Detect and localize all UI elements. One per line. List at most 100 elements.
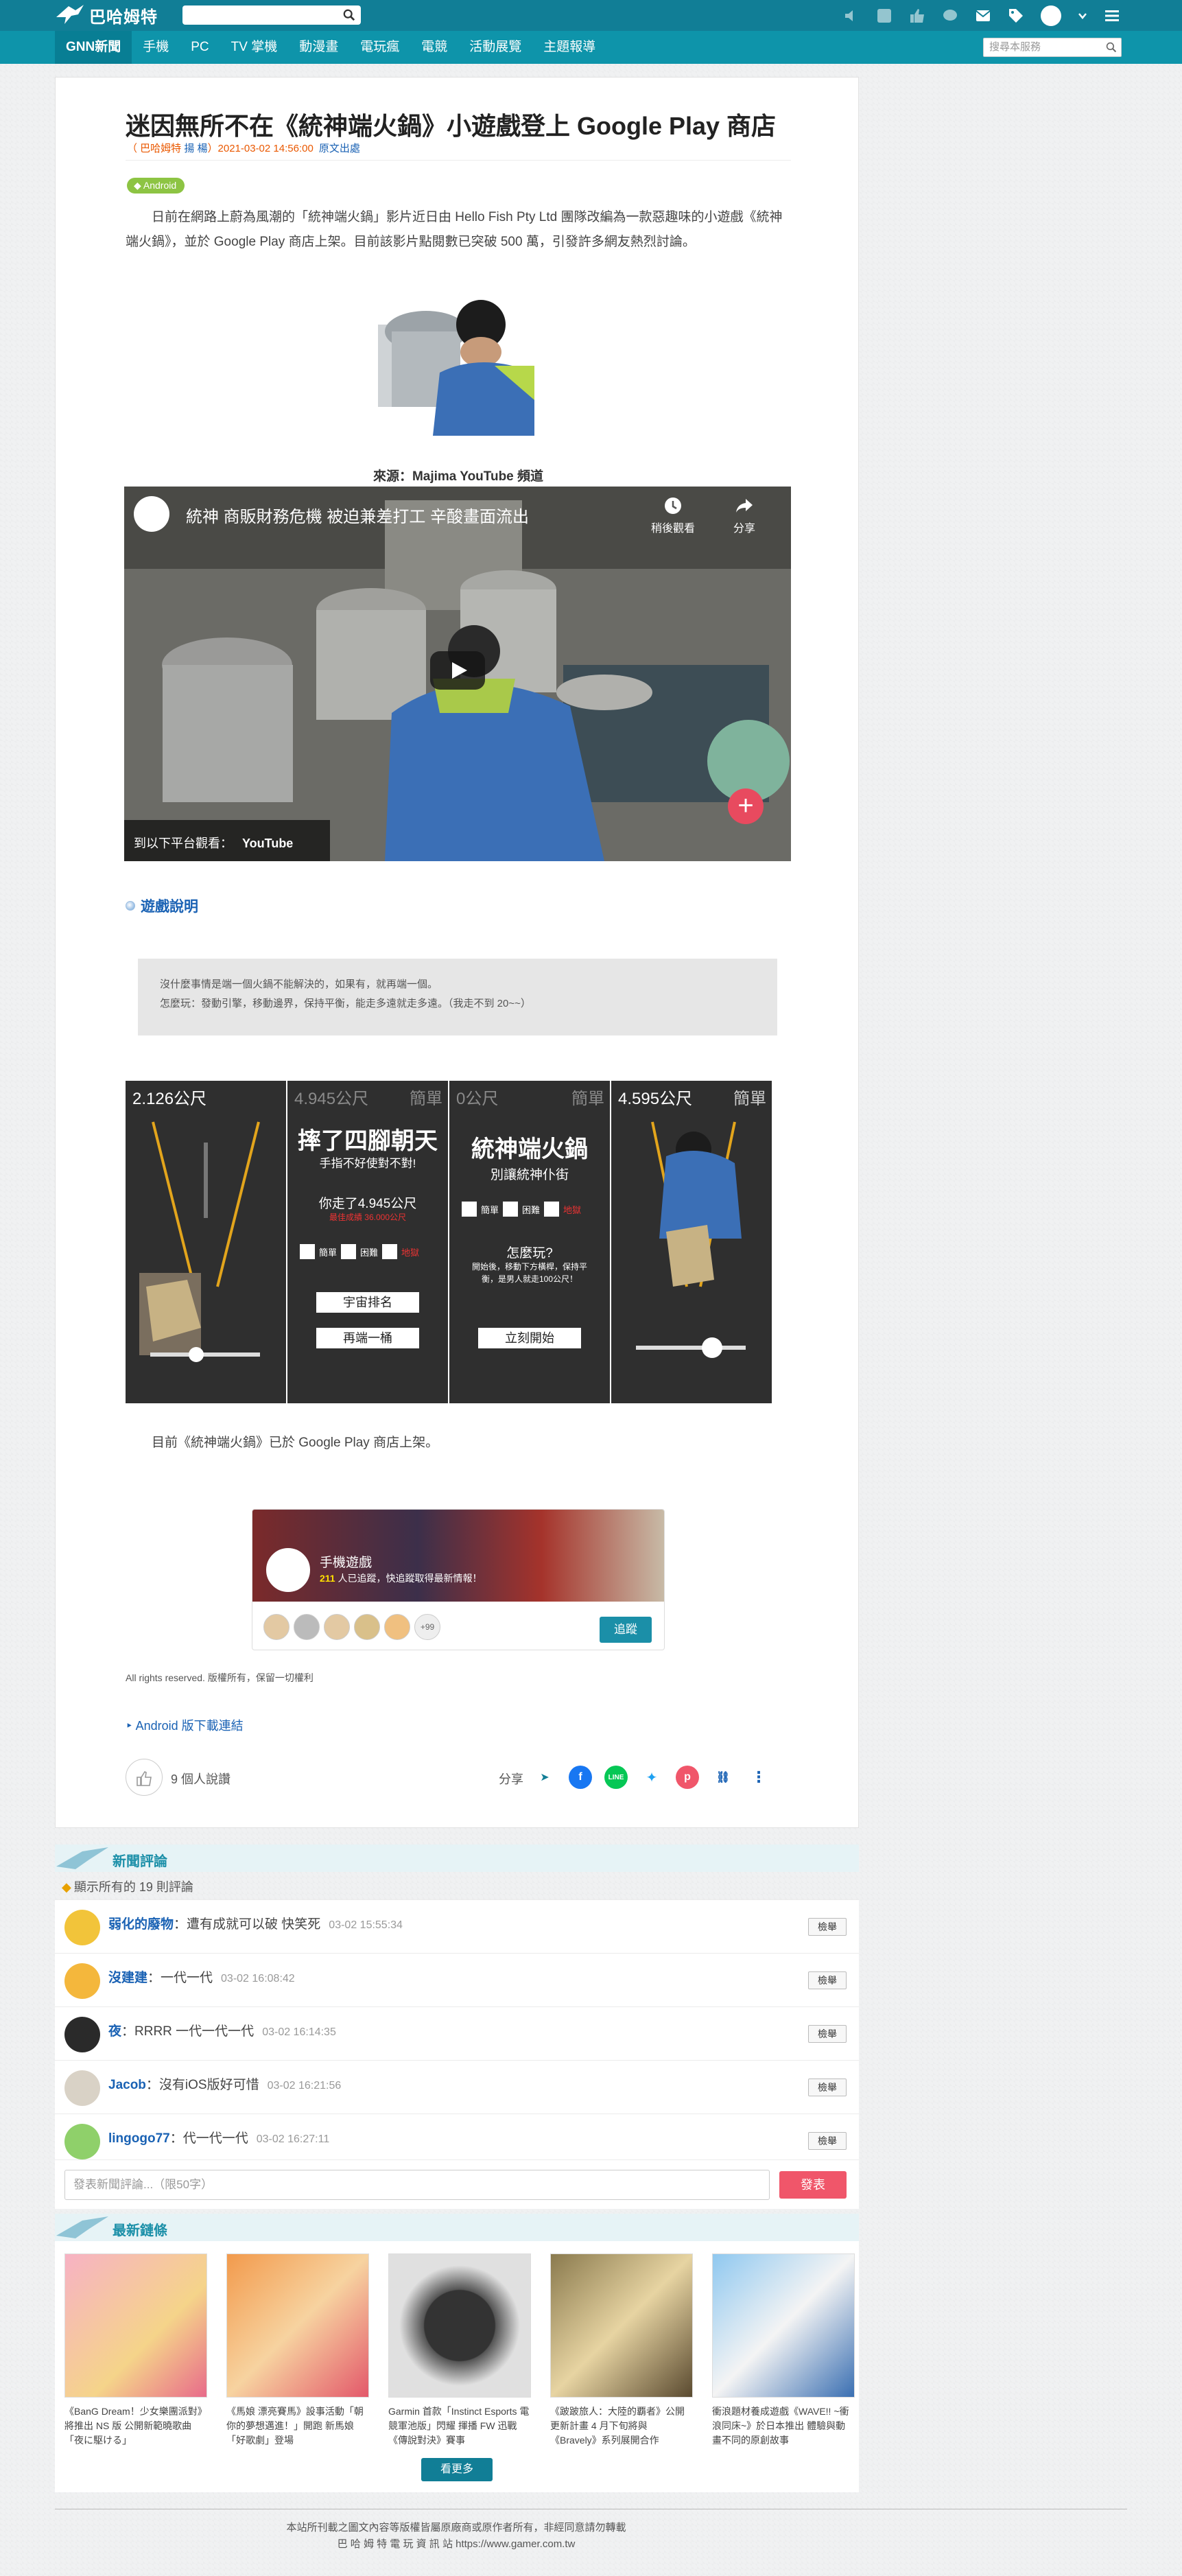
- platform-tag[interactable]: ◆ Android: [127, 178, 185, 194]
- avatar[interactable]: [354, 1614, 380, 1640]
- news-thumbnail[interactable]: [550, 2253, 693, 2398]
- avatar[interactable]: [64, 1910, 100, 1945]
- post-comment-button[interactable]: 發表: [779, 2171, 847, 2199]
- report-button[interactable]: 檢舉: [808, 1971, 847, 1989]
- news-title[interactable]: 《馬娘 漂亮賽馬》設事活動「朝你的夢想邁進！」開跑 新馬娘「好歌劇」登場: [226, 2404, 369, 2448]
- nav-topics[interactable]: 主題報導: [532, 31, 606, 64]
- meta-date: ）2021-03-02 14:56:00: [207, 143, 314, 154]
- user-avatar[interactable]: [1041, 5, 1061, 26]
- hamburger-menu-icon[interactable]: [1104, 8, 1120, 24]
- more-followers[interactable]: +99: [414, 1614, 440, 1640]
- comment-time: 03-02 16:21:56: [267, 2080, 342, 2092]
- youtube-embed[interactable]: 統神 商販財務危機 被迫兼差打工 辛酸畫面流出 稍後觀看 分享 + 到以下平台觀…: [124, 487, 791, 861]
- news-item[interactable]: 《馬娘 漂亮賽馬》設事活動「朝你的夢想邁進！」開跑 新馬娘「好歌劇」登場: [226, 2253, 369, 2448]
- comment-author[interactable]: 夜: [108, 2024, 121, 2039]
- follow-button[interactable]: 追蹤: [600, 1617, 652, 1643]
- nav-mobile[interactable]: 手機: [132, 31, 180, 64]
- like-share-row: 9 個人說讚 分享 ➤ f LINE ✦ p ⛓ ⋮: [126, 1759, 791, 1797]
- watch-later-button[interactable]: 稍後觀看: [651, 496, 695, 535]
- board-name[interactable]: 手機遊戲: [320, 1552, 372, 1571]
- report-button[interactable]: 檢舉: [808, 2132, 847, 2150]
- report-button[interactable]: 檢舉: [808, 2025, 847, 2043]
- thumbs-up-icon[interactable]: [909, 8, 925, 24]
- news-item[interactable]: Garmin 首款「Instinct Esports 電競軍池版」閃耀 揮播 F…: [388, 2253, 531, 2448]
- copy-link-icon[interactable]: ⛓: [711, 1766, 735, 1789]
- tag-icon[interactable]: [1008, 8, 1024, 24]
- watch-on-youtube-bar[interactable]: 到以下平台觀看： YouTube: [124, 820, 330, 861]
- screenshot-game-over: 4.945公尺 簡單 摔了四腳朝天 手指不好使對不對! 你走了4.945公尺 最…: [287, 1081, 448, 1403]
- report-button[interactable]: 檢舉: [808, 2079, 847, 2096]
- comment-input[interactable]: 發表新聞評論...（限50字）: [64, 2170, 770, 2200]
- nav-bar: GNN新聞 手機 PC TV 掌機 動漫畫 電玩瘋 電競 活動展覽 主題報導 搜…: [0, 31, 1182, 64]
- mail-icon[interactable]: [975, 8, 991, 24]
- comment-time: 03-02 16:27:11: [256, 2133, 330, 2145]
- speaker-icon[interactable]: [843, 8, 860, 24]
- service-search-input[interactable]: 搜尋本服務: [983, 38, 1122, 57]
- avatar[interactable]: [64, 1963, 100, 1999]
- news-thumbnail[interactable]: [712, 2253, 855, 2398]
- rss-icon[interactable]: [876, 8, 893, 24]
- avatar[interactable]: [64, 2070, 100, 2106]
- author-link[interactable]: 揚 楊: [184, 143, 207, 154]
- search-icon[interactable]: [343, 9, 355, 21]
- news-title[interactable]: 《BanG Dream！少女樂團派對》將推出 NS 版 公開新範曉歌曲「夜に駆け…: [64, 2404, 207, 2448]
- like-button[interactable]: [126, 1759, 163, 1796]
- news-thumbnail[interactable]: [388, 2253, 531, 2398]
- more-options-icon[interactable]: ⋮: [747, 1766, 770, 1789]
- nav-pc[interactable]: PC: [180, 31, 220, 64]
- search-icon[interactable]: [1106, 42, 1117, 53]
- comment-author[interactable]: Jacob: [108, 2078, 146, 2092]
- news-title[interactable]: Garmin 首款「Instinct Esports 電競軍池版」閃耀 揮播 F…: [388, 2404, 531, 2448]
- news-item[interactable]: 衝浪題材養成遊戲《WAVE!! ~衝浪同床~》於日本推出 體驗與動畫不同的原創故…: [712, 2253, 855, 2448]
- news-title[interactable]: 《跛跛旅人：大陸的覇者》公開更新計畫 4 月下旬將與《Bravely》系列展開合…: [550, 2404, 693, 2448]
- wing-icon: [56, 2216, 108, 2238]
- nav-tv[interactable]: TV 掌機: [220, 31, 289, 64]
- nav-gnn[interactable]: GNN新聞: [55, 31, 132, 64]
- top-search-input[interactable]: [182, 5, 361, 25]
- chat-icon[interactable]: [942, 8, 958, 24]
- avatar[interactable]: [324, 1614, 350, 1640]
- plus-icon[interactable]: +: [728, 788, 764, 824]
- nav-esports[interactable]: 電競: [410, 31, 458, 64]
- bahamut-share-icon[interactable]: ➤: [533, 1766, 556, 1789]
- plurk-icon[interactable]: p: [676, 1766, 699, 1789]
- channel-avatar[interactable]: [134, 496, 169, 532]
- news-thumbnail[interactable]: [226, 2253, 369, 2398]
- comment-row: lingogo77：代一代一代 03-02 16:27:11 檢舉: [55, 2114, 859, 2159]
- comment-text: 夜：RRRR 一代一代一代 03-02 16:14:35: [108, 2021, 336, 2039]
- nav-anime[interactable]: 動漫畫: [288, 31, 349, 64]
- show-all-comments[interactable]: ◆ 顯示所有的 19 則評論: [62, 1877, 193, 1895]
- news-item[interactable]: 《跛跛旅人：大陸的覇者》公開更新計畫 4 月下旬將與《Bravely》系列展開合…: [550, 2253, 693, 2448]
- play-icon[interactable]: [430, 651, 485, 690]
- download-link[interactable]: ‣ Android 版下載連結: [126, 1716, 244, 1734]
- comment-author[interactable]: lingogo77: [108, 2131, 170, 2146]
- latest-news-section: 最新鏈條 《BanG Dream！少女樂團派對》將推出 NS 版 公開新範曉歌曲…: [55, 2214, 859, 2492]
- avatar[interactable]: [64, 2124, 100, 2159]
- comment-author[interactable]: 弱化的廢物: [108, 1917, 174, 1932]
- news-item[interactable]: 《BanG Dream！少女樂團派對》將推出 NS 版 公開新範曉歌曲「夜に駆け…: [64, 2253, 207, 2448]
- nav-gaming[interactable]: 電玩瘋: [349, 31, 410, 64]
- avatar[interactable]: [294, 1614, 320, 1640]
- comment-author[interactable]: 沒建建: [108, 1971, 147, 1985]
- top-bar: 巴哈姆特: [0, 0, 1182, 31]
- report-button[interactable]: 檢舉: [808, 1918, 847, 1936]
- share-label: 分享: [499, 1772, 523, 1786]
- facebook-icon[interactable]: f: [569, 1766, 592, 1789]
- source-link[interactable]: 原文出處: [319, 143, 360, 154]
- avatar[interactable]: [64, 2017, 100, 2052]
- chevron-down-icon[interactable]: [1078, 8, 1087, 24]
- video-title[interactable]: 統神 商販財務危機 被迫兼差打工 辛酸畫面流出: [186, 503, 529, 527]
- checkbox-easy: [462, 1202, 477, 1217]
- video-share-button[interactable]: 分享: [733, 496, 755, 535]
- avatar[interactable]: [384, 1614, 410, 1640]
- news-thumbnail[interactable]: [64, 2253, 207, 2398]
- twitter-icon[interactable]: ✦: [640, 1766, 663, 1789]
- nav-events[interactable]: 活動展覽: [458, 31, 532, 64]
- board-icon[interactable]: [266, 1548, 310, 1592]
- line-icon[interactable]: LINE: [604, 1766, 628, 1789]
- see-more-button[interactable]: 看更多: [421, 2458, 493, 2481]
- avatar[interactable]: [263, 1614, 289, 1640]
- game-over-title: 摔了四腳朝天: [298, 1128, 438, 1154]
- news-title[interactable]: 衝浪題材養成遊戲《WAVE!! ~衝浪同床~》於日本推出 體驗與動畫不同的原創故…: [712, 2404, 855, 2448]
- site-logo[interactable]: 巴哈姆特: [55, 3, 158, 27]
